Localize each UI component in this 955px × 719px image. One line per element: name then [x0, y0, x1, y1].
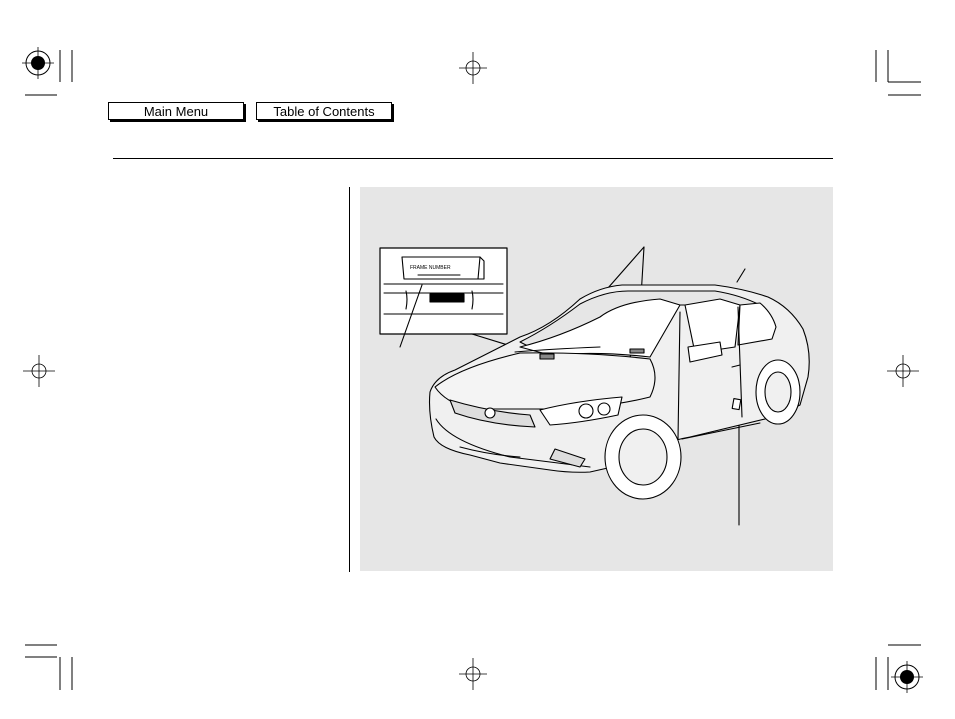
crosshair-icon [887, 355, 919, 387]
table-of-contents-button[interactable]: Table of Contents [256, 102, 392, 120]
crosshair-icon [459, 658, 487, 690]
header-rule [113, 158, 833, 159]
frame-number-label: FRAME NUMBER [410, 265, 451, 271]
crosshair-icon [459, 52, 487, 84]
main-menu-button[interactable]: Main Menu [108, 102, 244, 120]
car-illustration: FRAME NUMBER [379, 246, 810, 526]
crosshair-icon [23, 355, 55, 387]
registration-target-icon [891, 661, 923, 693]
registration-target-icon [22, 47, 54, 79]
column-divider [349, 187, 350, 572]
vehicle-identification-figure: FRAME NUMBER [360, 187, 833, 571]
